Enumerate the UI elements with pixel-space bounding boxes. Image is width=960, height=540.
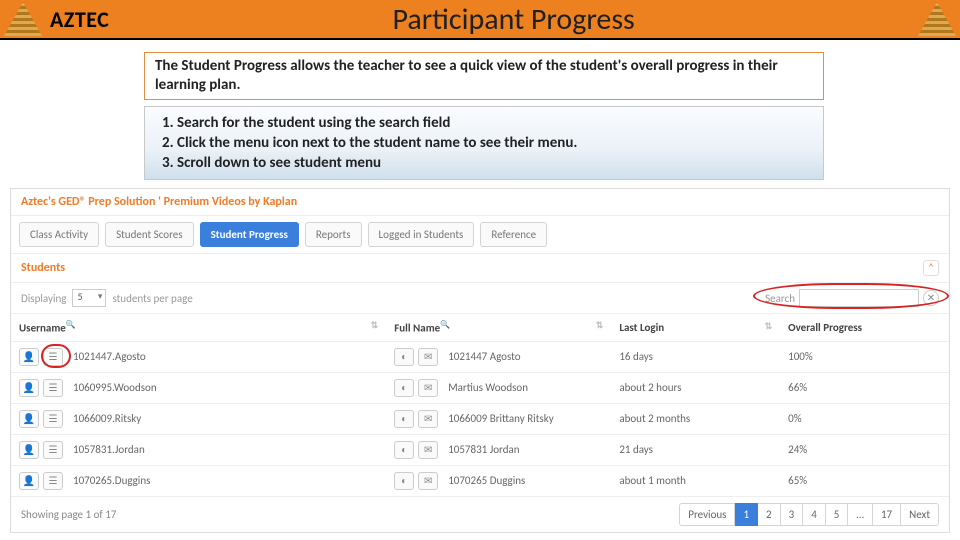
tab-class-activity[interactable]: Class Activity — [19, 222, 99, 247]
toggle-icon[interactable]: ◐ — [394, 379, 414, 397]
sort-icon[interactable]: ⇅ — [596, 320, 604, 331]
pager: Showing page 1 of 17 Previous 1 2 3 4 5 … — [11, 497, 949, 532]
lastlogin-cell: 21 days — [611, 434, 780, 465]
pager-page[interactable]: 4 — [803, 503, 826, 526]
aztec-logo-icon — [4, 2, 42, 36]
per-page-select[interactable]: 5 — [72, 289, 106, 307]
step-item: Scroll down to see student menu — [177, 153, 813, 173]
search-input[interactable] — [799, 289, 919, 307]
toggle-icon[interactable]: ◐ — [394, 410, 414, 428]
username-cell: 1057831.Jordan — [73, 443, 145, 456]
page-title: Participant Progress — [109, 1, 918, 38]
fullname-cell: 1070265 Duggins — [448, 474, 525, 487]
aztec-logo-icon — [918, 2, 956, 36]
row-menu-icon[interactable]: ☰ — [43, 348, 63, 366]
pager-page[interactable]: 17 — [873, 503, 901, 526]
col-username[interactable]: Username — [19, 322, 66, 335]
user-icon[interactable]: 👤 — [19, 379, 39, 397]
pager-page[interactable]: 3 — [781, 503, 804, 526]
table-row: 👤☰ 1057831.Jordan ◐✉ 1057831 Jordan 21 days2… — [11, 434, 949, 465]
sort-icon[interactable]: ⇅ — [371, 320, 379, 331]
message-icon[interactable]: ✉ — [418, 348, 438, 366]
message-icon[interactable]: ✉ — [418, 379, 438, 397]
step-item: Search for the student using the search … — [177, 113, 813, 133]
steps-list: Search for the student using the search … — [155, 113, 813, 174]
tab-logged-in-students[interactable]: Logged in Students — [368, 222, 475, 247]
overall-cell: 65% — [780, 465, 949, 496]
username-cell: 1066009.Ritsky — [73, 412, 141, 425]
pager-page[interactable]: 5 — [826, 503, 849, 526]
tab-student-scores[interactable]: Student Scores — [105, 222, 194, 247]
fullname-cell: 1066009 Brittany Ritsky — [448, 412, 553, 425]
overall-cell: 66% — [780, 372, 949, 403]
tab-bar: Class Activity Student Scores Student Pr… — [11, 216, 949, 254]
tab-reports[interactable]: Reports — [305, 222, 362, 247]
col-fullname[interactable]: Full Name — [394, 322, 440, 335]
pager-page[interactable]: 1 — [735, 503, 758, 526]
breadcrumb: Aztec's GED® Prep Solution ' Premium Vid… — [11, 189, 949, 216]
page-buttons: Previous 1 2 3 4 5 … 17 Next — [679, 503, 939, 526]
row-menu-icon[interactable]: ☰ — [43, 472, 63, 490]
user-icon[interactable]: 👤 — [19, 410, 39, 428]
table-row: 👤☰ 1066009.Ritsky ◐✉ 1066009 Brittany Ritsk… — [11, 403, 949, 434]
pager-prev[interactable]: Previous — [679, 503, 735, 526]
overall-cell: 0% — [780, 403, 949, 434]
fullname-cell: Martius Woodson — [448, 381, 528, 394]
table-row: 👤☰ 1060995.Woodson ◐✉ Martius Woodson about … — [11, 372, 949, 403]
username-cell: 1021447.Agosto — [73, 350, 146, 363]
user-icon[interactable]: 👤 — [19, 348, 39, 366]
user-icon[interactable]: 👤 — [19, 472, 39, 490]
sort-icon[interactable]: ⇅ — [765, 321, 773, 332]
lastlogin-cell: 16 days — [611, 341, 780, 372]
panel-toolbar: Displaying 5 students per page Search ✕ — [11, 283, 949, 314]
tab-student-progress[interactable]: Student Progress — [200, 222, 299, 247]
app-screenshot: Aztec's GED® Prep Solution ' Premium Vid… — [10, 188, 950, 533]
message-icon[interactable]: ✉ — [418, 441, 438, 459]
search-icon: 🔍 — [440, 320, 450, 330]
table-row: 👤☰ 1070265.Duggins ◐✉ 1070265 Duggins about … — [11, 465, 949, 496]
fullname-cell: 1057831 Jordan — [448, 443, 519, 456]
toggle-icon[interactable]: ◐ — [394, 441, 414, 459]
username-cell: 1060995.Woodson — [73, 381, 157, 394]
toggle-icon[interactable]: ◐ — [394, 472, 414, 490]
overall-cell: 100% — [780, 341, 949, 372]
row-menu-icon[interactable]: ☰ — [43, 379, 63, 397]
pager-next[interactable]: Next — [901, 503, 939, 526]
pager-page[interactable]: 2 — [758, 503, 781, 526]
collapse-icon[interactable]: ˄ — [923, 260, 939, 276]
col-lastlogin[interactable]: Last Login — [619, 321, 664, 334]
table-row: 👤☰ 1021447.Agosto ◐✉ 1021447 Agosto 16 days1… — [11, 341, 949, 372]
username-cell: 1070265.Duggins — [73, 474, 150, 487]
step-item: Click the menu icon next to the student … — [177, 133, 813, 153]
row-menu-icon[interactable]: ☰ — [43, 441, 63, 459]
panel-title: Students — [21, 261, 65, 275]
pager-info: Showing page 1 of 17 — [21, 508, 116, 521]
overall-cell: 24% — [780, 434, 949, 465]
search-group: Search ✕ — [765, 289, 939, 307]
fullname-cell: 1021447 Agosto — [448, 350, 520, 363]
per-page-label: students per page — [112, 292, 192, 305]
panel-header: Students ˄ — [11, 254, 949, 283]
lastlogin-cell: about 1 month — [611, 465, 780, 496]
slide-header: AZTEC Participant Progress — [0, 0, 960, 40]
steps-box: Search for the student using the search … — [144, 106, 824, 181]
pager-ellipsis: … — [848, 503, 873, 526]
description-box: The Student Progress allows the teacher … — [144, 52, 824, 100]
user-icon[interactable]: 👤 — [19, 441, 39, 459]
col-overall[interactable]: Overall Progress — [788, 321, 862, 334]
message-icon[interactable]: ✉ — [418, 410, 438, 428]
lastlogin-cell: about 2 months — [611, 403, 780, 434]
search-icon: 🔍 — [66, 320, 76, 330]
row-menu-icon[interactable]: ☰ — [43, 410, 63, 428]
brand-label: AZTEC — [46, 6, 109, 33]
tab-reference[interactable]: Reference — [480, 222, 547, 247]
toggle-icon[interactable]: ◐ — [394, 348, 414, 366]
clear-search-icon[interactable]: ✕ — [923, 290, 939, 306]
message-icon[interactable]: ✉ — [418, 472, 438, 490]
displaying-label: Displaying — [21, 292, 66, 305]
students-table: Username🔍⇅ Full Name🔍⇅ Last Login⇅ Overa… — [11, 314, 949, 497]
lastlogin-cell: about 2 hours — [611, 372, 780, 403]
search-label: Search — [765, 292, 795, 305]
